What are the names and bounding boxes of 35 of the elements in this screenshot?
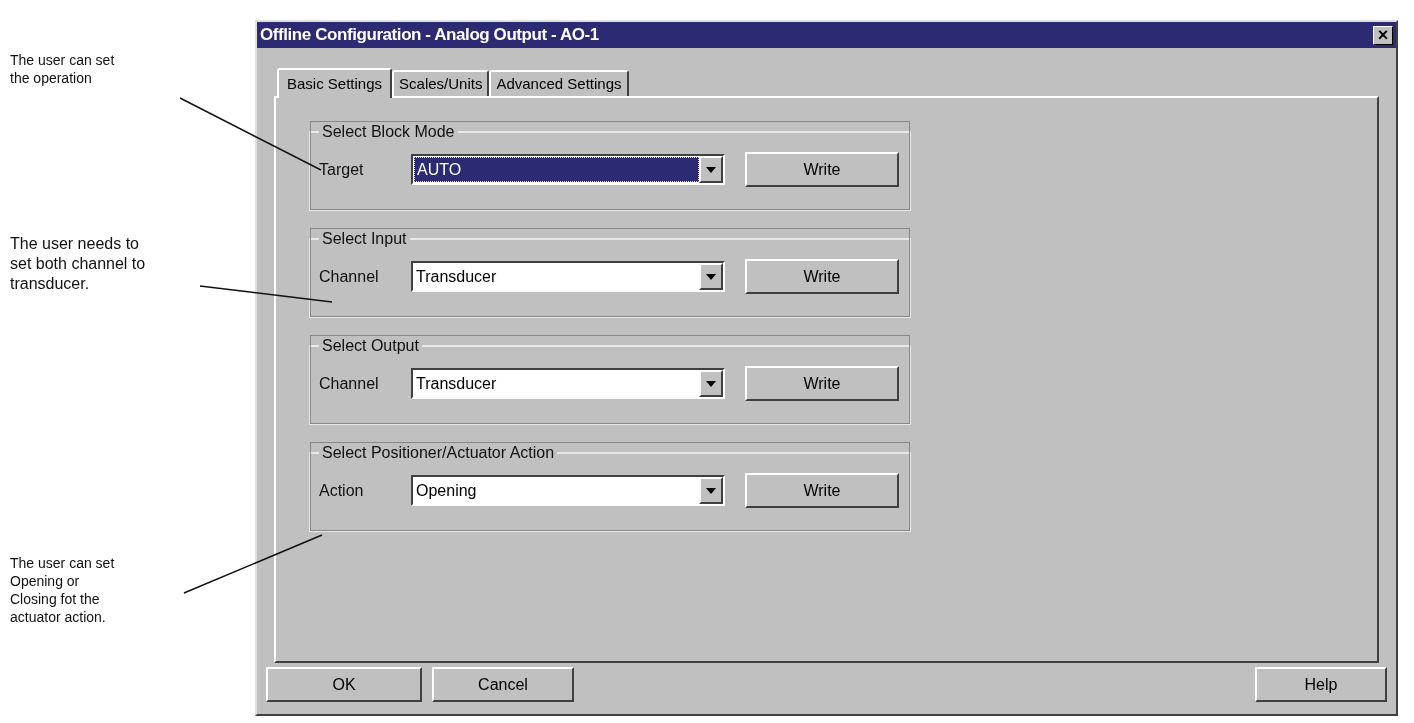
field-label: Channel — [319, 266, 380, 287]
tab[interactable]: Scales/Units — [392, 70, 490, 96]
write-button[interactable]: Write — [745, 473, 899, 508]
caret-icon — [706, 487, 716, 494]
field-label: Target — [319, 159, 365, 180]
dropdown-field[interactable]: Transducer — [411, 368, 725, 399]
dialog-button[interactable]: OK — [266, 667, 422, 702]
dropdown-arrow-button[interactable] — [699, 263, 723, 290]
dropdown-field[interactable]: AUTO — [411, 154, 725, 185]
dropdown-field[interactable]: Opening — [411, 475, 725, 506]
write-button[interactable]: Write — [745, 366, 899, 401]
dropdown-arrow-button[interactable] — [699, 156, 723, 183]
annotation-text: The user needs to set both channel to transducer. — [10, 234, 147, 294]
group-title: Select Block Mode — [321, 122, 456, 142]
annotation-text: The user can set the operation — [10, 51, 116, 87]
group-title: Select Output — [321, 336, 420, 356]
group-title: Select Positioner/Actuator Action — [321, 443, 556, 463]
tab[interactable]: Advanced Settings — [489, 70, 629, 96]
caret-icon — [706, 273, 716, 280]
window-title: Offline Configuration - Analog Output - AO-1 — [260, 24, 599, 47]
dropdown-arrow-button[interactable] — [699, 477, 723, 504]
tab[interactable]: Basic Settings — [277, 68, 393, 98]
group-title: Select Input — [321, 229, 408, 249]
dialog-button[interactable]: Cancel — [432, 667, 574, 702]
dropdown-field[interactable]: Transducer — [411, 261, 725, 292]
field-label: Action — [319, 480, 365, 501]
caret-icon — [706, 380, 716, 387]
close-button[interactable]: × — [1373, 25, 1393, 45]
write-button[interactable]: Write — [745, 152, 899, 187]
field-label: Channel — [319, 373, 380, 394]
annotation-text: The user can set Opening or Closing fot the actuator action. — [10, 554, 116, 626]
dropdown-arrow-button[interactable] — [699, 370, 723, 397]
dialog-button[interactable]: Help — [1255, 667, 1387, 702]
write-button[interactable]: Write — [745, 259, 899, 294]
caret-icon — [706, 166, 716, 173]
